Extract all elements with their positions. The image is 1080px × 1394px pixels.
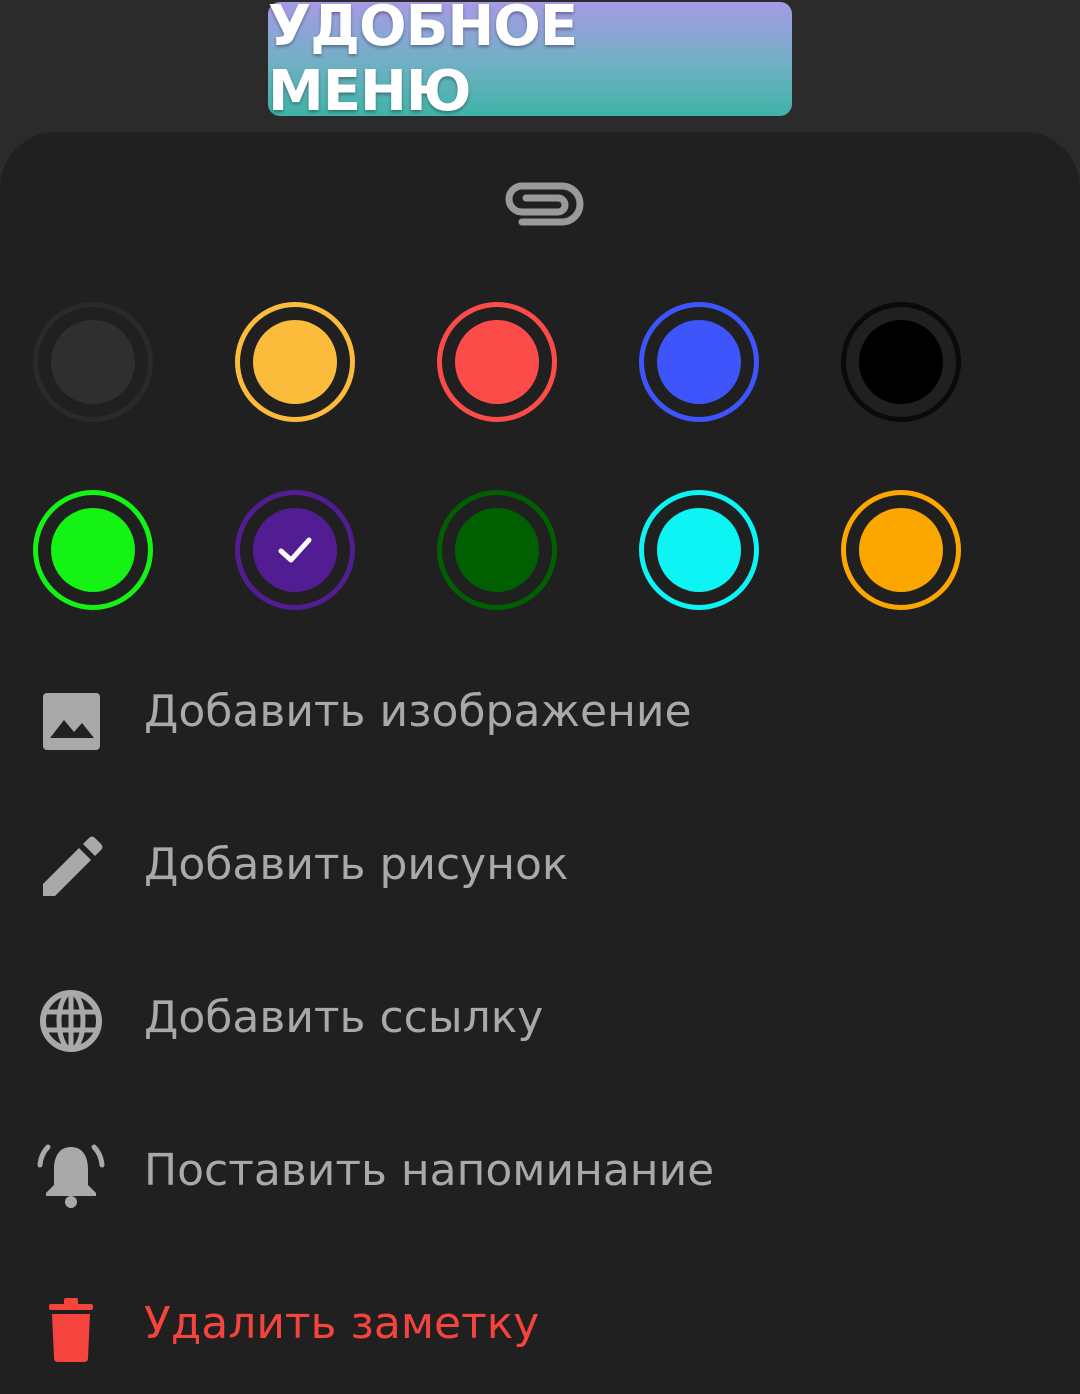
swatch-fill (253, 320, 337, 404)
checkmark-icon (278, 537, 312, 563)
color-swatch-red[interactable] (437, 302, 557, 422)
bell-icon (37, 1144, 105, 1208)
title-banner: УДОБНОЕ МЕНЮ (268, 0, 792, 124)
swatch-fill (51, 508, 135, 592)
color-swatch-black[interactable] (841, 302, 961, 422)
swatch-fill (455, 508, 539, 592)
color-swatch-purple[interactable] (235, 490, 355, 610)
swatch-fill (859, 508, 943, 592)
color-swatch-dark-gray[interactable] (33, 302, 153, 422)
swatch-fill (657, 320, 741, 404)
pencil-icon (43, 836, 103, 896)
menu-label: Добавить рисунок (144, 839, 569, 890)
color-swatch-yellow[interactable] (235, 302, 355, 422)
image-icon (43, 693, 100, 750)
menu-item-add-link[interactable]: Добавить ссылку (0, 968, 1080, 1068)
menu-label: Добавить изображение (144, 686, 692, 737)
swatch-fill (51, 320, 135, 404)
menu-label: Удалить заметку (144, 1298, 540, 1349)
menu-item-add-drawing[interactable]: Добавить рисунок (0, 815, 1080, 915)
menu-item-add-image[interactable]: Добавить изображение (0, 662, 1080, 762)
color-swatch-blue[interactable] (639, 302, 759, 422)
swatch-fill (455, 320, 539, 404)
globe-icon (40, 990, 102, 1052)
menu-item-delete-note[interactable]: Удалить заметку (0, 1274, 1080, 1374)
swatch-fill (859, 320, 943, 404)
bottom-sheet: Добавить изображение Добавить рисунок До… (0, 132, 1080, 1394)
paperclip-icon[interactable] (496, 178, 584, 228)
menu-label: Поставить напоминание (144, 1145, 715, 1196)
color-swatch-green[interactable] (33, 490, 153, 610)
color-swatch-orange[interactable] (841, 490, 961, 610)
menu-label: Добавить ссылку (144, 992, 544, 1043)
swatch-fill (657, 508, 741, 592)
trash-icon (49, 1298, 93, 1362)
banner-title: УДОБНОЕ МЕНЮ (268, 0, 578, 124)
menu-item-set-reminder[interactable]: Поставить напоминание (0, 1121, 1080, 1221)
color-swatch-cyan[interactable] (639, 490, 759, 610)
color-swatch-dark-green[interactable] (437, 490, 557, 610)
